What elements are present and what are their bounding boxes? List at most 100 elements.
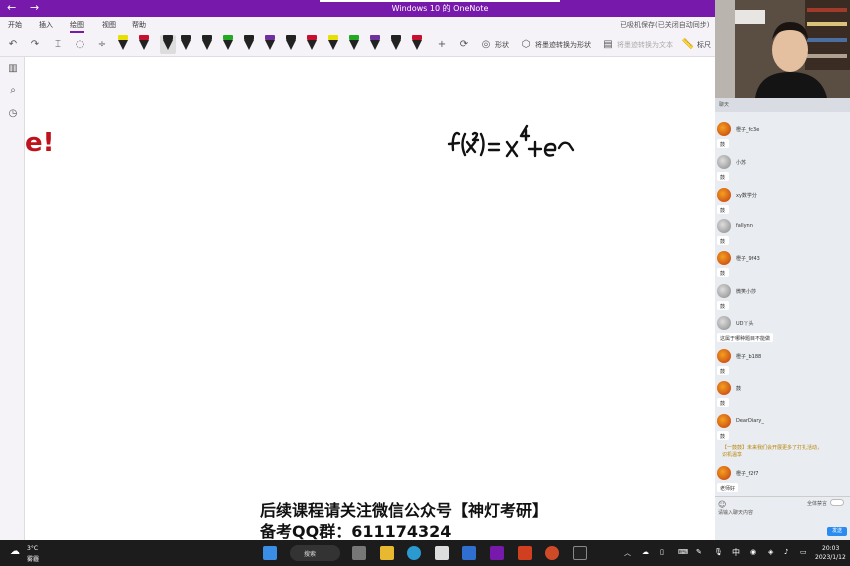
pen-3[interactable] (160, 35, 176, 54)
tray-cloud-icon[interactable]: ☁ (642, 548, 649, 556)
volume-icon[interactable]: ♪ (784, 548, 788, 556)
ink-to-shape-toggle-icon[interactable]: ⟳ (456, 37, 472, 53)
title-highlight (320, 0, 560, 2)
back-icon[interactable]: ← (7, 1, 16, 14)
pen-7[interactable] (244, 35, 254, 54)
red-text-fragment: e! (25, 128, 55, 158)
redo-icon[interactable]: ↷ (27, 37, 43, 53)
insert-space-icon[interactable]: ÷ (94, 37, 110, 53)
pen-tip (181, 40, 191, 50)
clock-date[interactable]: 2023/1/12 (815, 554, 846, 561)
notebooks-icon[interactable]: ▥ (6, 63, 20, 77)
emoji-icon[interactable]: ☺ (718, 500, 726, 509)
search-icon[interactable]: ⌕ (6, 85, 20, 99)
note-canvas[interactable] (25, 57, 715, 540)
tray-chevron-icon[interactable]: ︿ (624, 548, 631, 558)
pen-15[interactable] (412, 35, 422, 54)
avatar[interactable] (717, 466, 731, 480)
avatar[interactable] (717, 349, 731, 363)
pen-1[interactable] (118, 35, 128, 54)
tray-phone-icon[interactable]: ▯ (660, 548, 664, 556)
tray-pen-icon[interactable]: ✎ (696, 548, 702, 556)
tab-home[interactable]: 开始 (8, 20, 22, 30)
send-button[interactable]: 发送 (827, 527, 847, 536)
tray-mic-icon[interactable]: 🎙 (714, 548, 723, 556)
pen-tip (163, 40, 173, 50)
file-explorer-icon[interactable] (380, 546, 394, 560)
pen-2[interactable] (139, 35, 149, 54)
tab-help[interactable]: 帮助 (132, 20, 146, 30)
recent-icon[interactable]: ◷ (6, 108, 20, 122)
tab-view[interactable]: 视图 (102, 20, 116, 30)
undo-icon[interactable]: ↶ (5, 37, 21, 53)
taskbar-search[interactable]: 搜索 (290, 545, 340, 561)
weather-icon[interactable]: ☁ (10, 546, 20, 557)
onenote-icon[interactable] (490, 546, 504, 560)
forward-icon[interactable]: → (30, 1, 39, 14)
avatar[interactable] (717, 251, 731, 265)
shapes-icon[interactable]: ◎ (478, 37, 494, 53)
shapes-button[interactable]: 形状 (495, 40, 509, 50)
mute-all-toggle[interactable] (830, 499, 844, 506)
pen-tip (139, 40, 149, 50)
avatar[interactable] (717, 219, 731, 233)
pen-4[interactable] (181, 35, 191, 54)
chat-header: 聊天 (715, 98, 850, 112)
battery-icon[interactable]: ▭ (800, 548, 807, 556)
ime-indicator[interactable]: 中 (732, 547, 740, 558)
store-icon[interactable] (435, 546, 449, 560)
ink-to-text-icon[interactable]: ▤ (600, 37, 616, 53)
pen-10[interactable] (307, 35, 317, 54)
chat-input[interactable]: 请输入聊天内容 (718, 509, 753, 516)
network-icon[interactable]: ◈ (768, 548, 773, 556)
tab-draw[interactable]: 绘图 (70, 20, 84, 33)
pen-tip (265, 40, 275, 50)
app-icon[interactable] (573, 546, 587, 560)
task-view-icon[interactable] (352, 546, 366, 560)
edge-icon[interactable] (407, 546, 421, 560)
pen-tip (223, 40, 233, 50)
chat-username: fallynn (736, 223, 753, 229)
chat-bubble: 鼓 (717, 205, 729, 214)
powerpoint-icon[interactable] (545, 546, 559, 560)
pen-tip (244, 40, 254, 50)
pen-tip (391, 40, 401, 50)
avatar[interactable] (717, 381, 731, 395)
add-pen-icon[interactable]: + (434, 37, 450, 53)
pen-11[interactable] (328, 35, 338, 54)
ink-to-text-button[interactable]: 将墨迹转换为文本 (617, 40, 673, 50)
pen-13[interactable] (370, 35, 380, 54)
word-icon[interactable] (462, 546, 476, 560)
ink-to-shape-icon[interactable]: ⬡ (518, 37, 534, 53)
chat-username: 橙子_f2f7 (736, 471, 759, 477)
avatar[interactable] (717, 414, 731, 428)
pen-12[interactable] (349, 35, 359, 54)
avatar[interactable] (717, 284, 731, 298)
tray-app-icon[interactable]: ◉ (750, 548, 756, 556)
avatar[interactable] (717, 188, 731, 202)
weather-desc: 雾霾 (27, 556, 40, 563)
lasso-select-icon[interactable]: ◌ (72, 37, 88, 53)
chat-username: xy数学分 (736, 193, 757, 199)
tab-insert[interactable]: 插入 (39, 20, 53, 30)
ink-to-shape-button[interactable]: 将墨迹转换为形状 (535, 40, 591, 50)
tray-keyboard-icon[interactable]: ⌨ (678, 548, 688, 556)
pen-tip (349, 40, 359, 50)
avatar[interactable] (717, 155, 731, 169)
pen-5[interactable] (202, 35, 212, 54)
pen-tip (370, 40, 380, 50)
ruler-button[interactable]: 标尺 (697, 40, 711, 50)
clock-time[interactable]: 20:03 (822, 545, 839, 552)
avatar[interactable] (717, 122, 731, 136)
pen-14[interactable] (391, 35, 401, 54)
pen-6[interactable] (223, 35, 233, 54)
ruler-icon[interactable]: 📏 (680, 37, 696, 53)
start-icon[interactable] (263, 546, 277, 560)
pen-8[interactable] (265, 35, 275, 54)
xmind-icon[interactable] (518, 546, 532, 560)
handwritten-formula (443, 120, 583, 174)
chat-username: 小苏 (736, 160, 747, 166)
select-text-icon[interactable]: ⌶ (50, 37, 66, 53)
pen-9[interactable] (286, 35, 296, 54)
avatar[interactable] (717, 316, 731, 330)
